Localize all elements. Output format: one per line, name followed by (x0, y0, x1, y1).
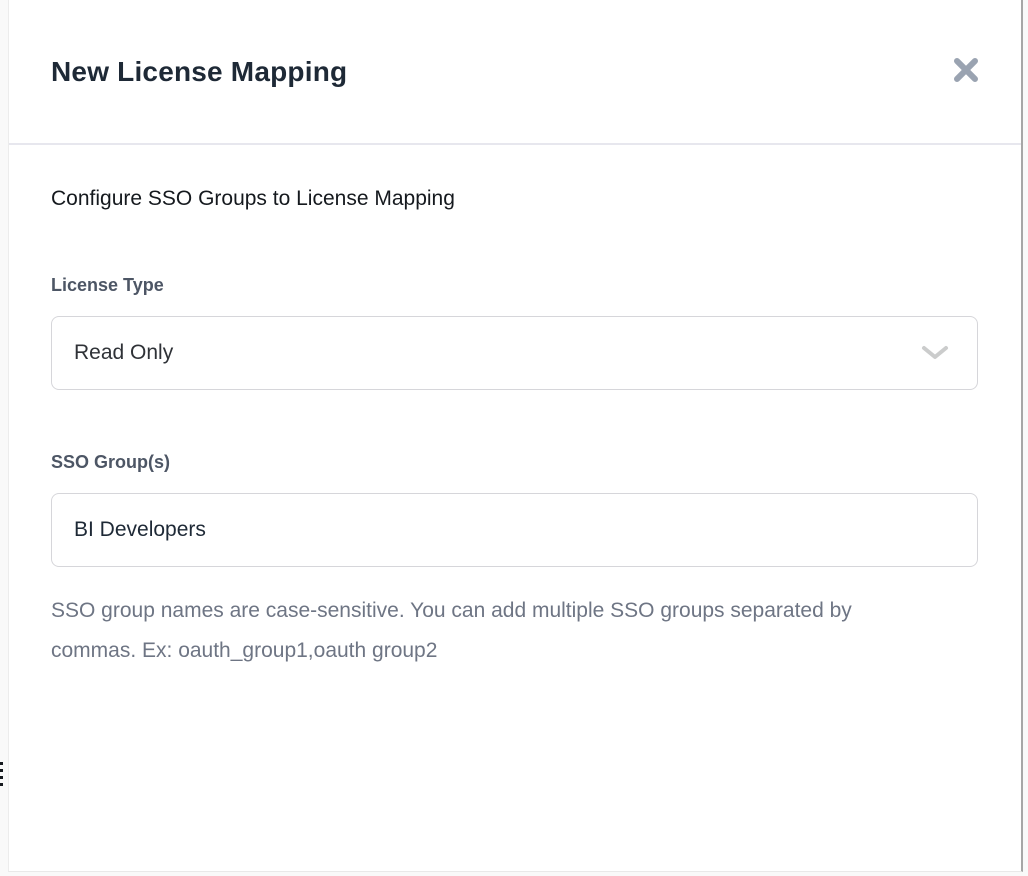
sso-groups-help-text: SSO group names are case-sensitive. You … (51, 591, 871, 671)
sso-groups-input[interactable] (51, 493, 978, 567)
close-button[interactable] (949, 55, 983, 89)
chevron-down-icon (921, 345, 949, 361)
x-icon (951, 55, 981, 88)
new-license-mapping-modal: New License Mapping Configure SSO Groups… (8, 0, 1023, 872)
license-type-label: License Type (51, 275, 975, 296)
modal-body: Configure SSO Groups to License Mapping … (9, 145, 1021, 671)
license-type-select[interactable]: Read Only (51, 316, 978, 390)
sso-groups-label: SSO Group(s) (51, 452, 975, 473)
page: New License Mapping Configure SSO Groups… (0, 0, 1028, 876)
modal-title: New License Mapping (51, 56, 347, 88)
license-type-selected-value: Read Only (74, 341, 173, 365)
modal-header: New License Mapping (9, 0, 1021, 145)
clipped-background-list-icon (0, 762, 3, 788)
modal-description: Configure SSO Groups to License Mapping (51, 187, 975, 211)
